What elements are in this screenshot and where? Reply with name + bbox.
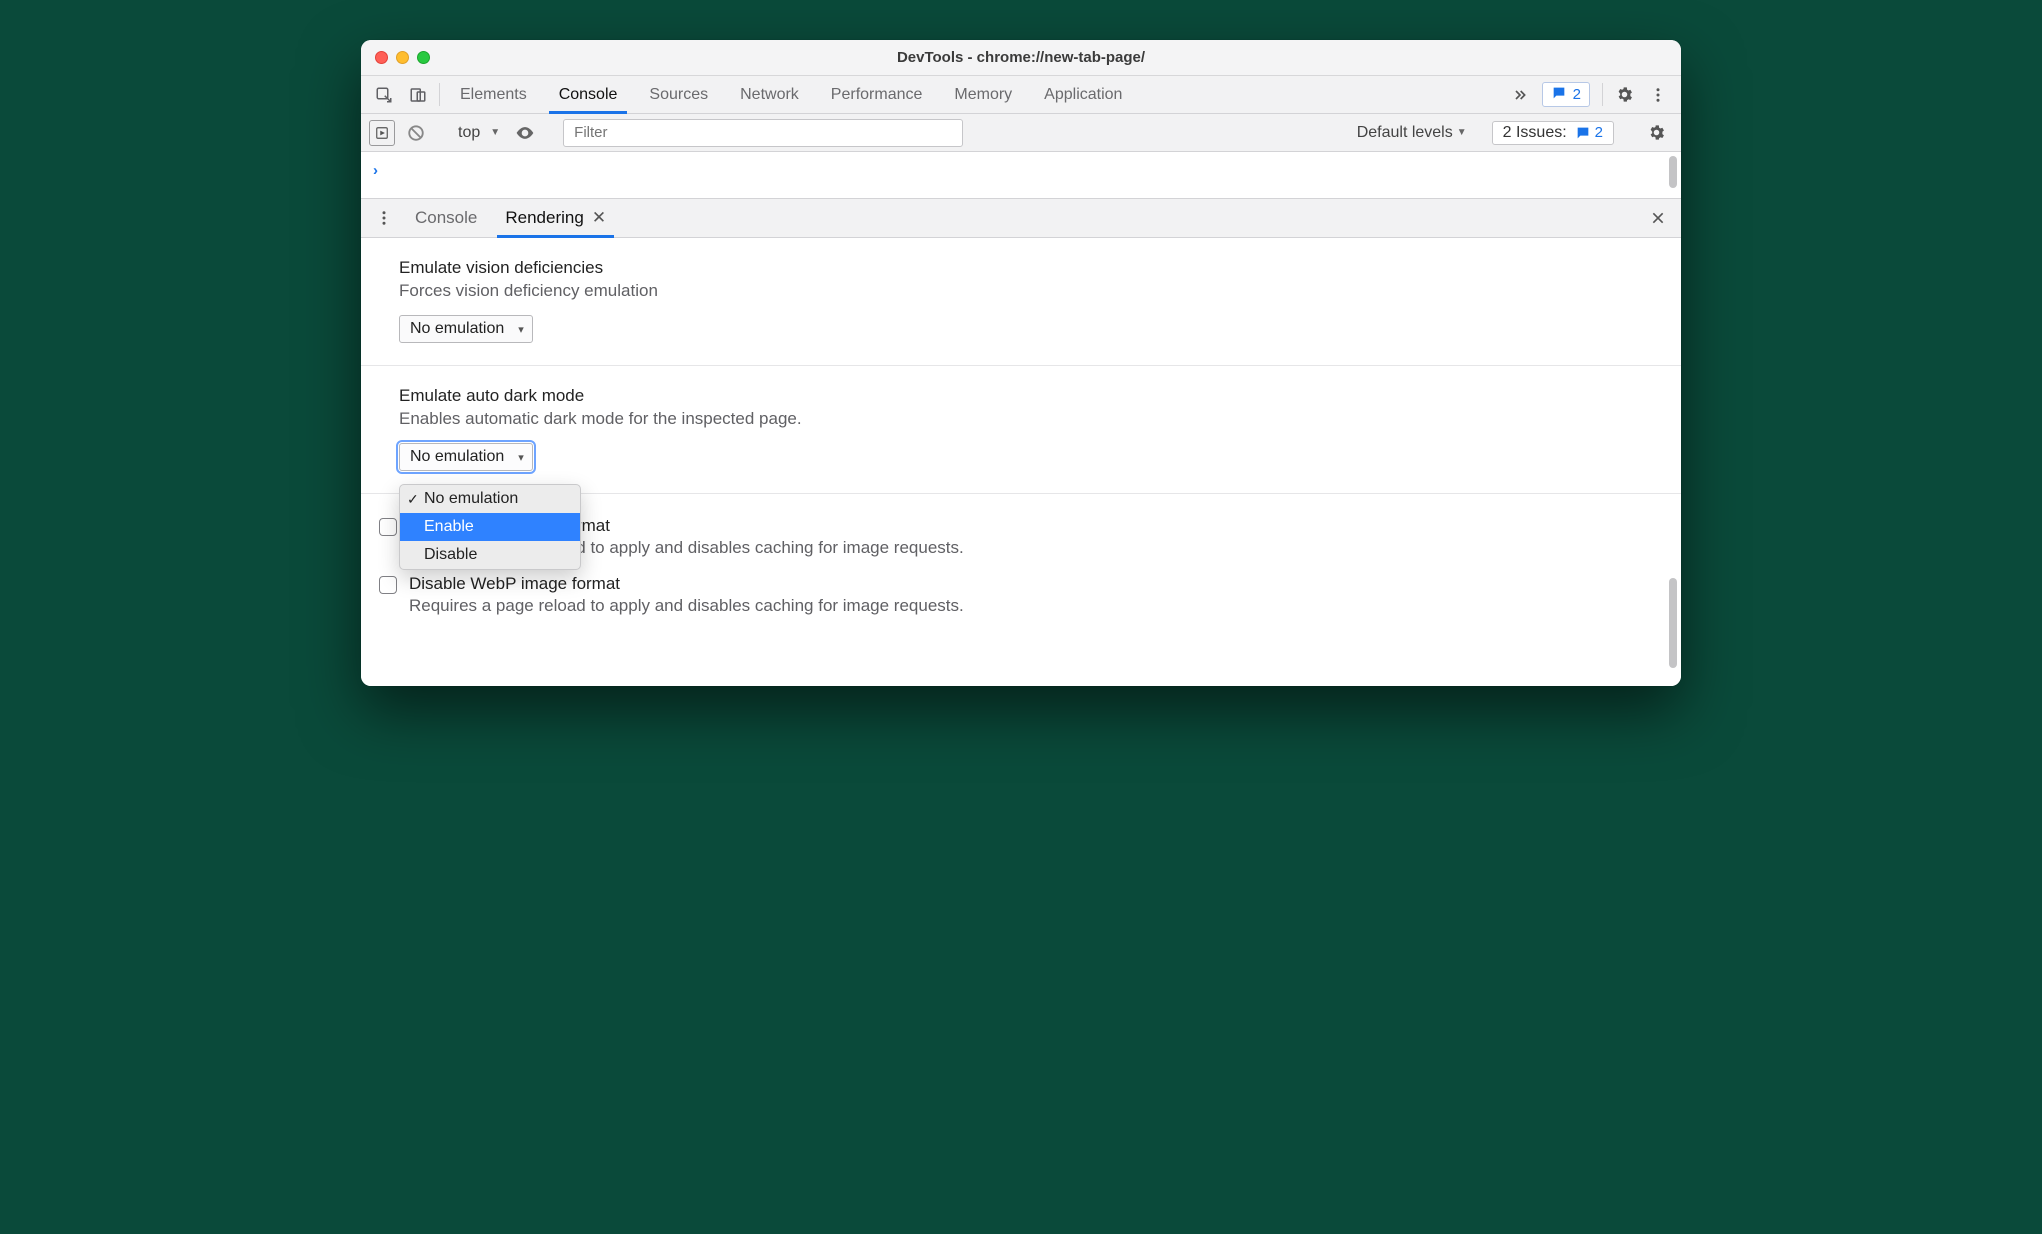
section-title: Emulate auto dark mode — [399, 386, 1643, 406]
scrollbar-thumb[interactable] — [1669, 156, 1677, 188]
context-selector[interactable]: top — [454, 124, 504, 142]
clear-console-button[interactable] — [403, 120, 429, 146]
option-enable[interactable]: Enable — [400, 513, 580, 541]
tab-network[interactable]: Network — [724, 76, 815, 113]
vision-deficiency-section: Emulate vision deficiencies Forces visio… — [361, 238, 1681, 366]
more-tabs-button[interactable] — [1502, 76, 1538, 113]
section-description: Forces vision deficiency emulation — [399, 281, 1643, 301]
section-description: Enables automatic dark mode for the insp… — [399, 409, 1643, 429]
main-tabstrip: Elements Console Sources Network Perform… — [361, 76, 1681, 114]
disable-avif-checkbox[interactable] — [379, 518, 397, 536]
console-prompt-icon: › — [373, 162, 378, 179]
issues-count-pill: 2 — [1575, 124, 1603, 141]
console-toolbar: top Default levels 2 Issues: 2 — [361, 114, 1681, 152]
auto-dark-mode-select[interactable]: No emulation — [399, 443, 533, 471]
section-title: Emulate vision deficiencies — [399, 258, 1643, 278]
close-drawer-button[interactable] — [1641, 199, 1675, 237]
tab-elements[interactable]: Elements — [444, 76, 543, 113]
live-expression-button[interactable] — [512, 123, 538, 143]
tab-console[interactable]: Console — [543, 76, 634, 113]
main-tabs: Elements Console Sources Network Perform… — [444, 76, 1502, 113]
checkbox-title: Disable WebP image format — [409, 574, 964, 594]
drawer-tab-rendering[interactable]: Rendering ✕ — [491, 199, 620, 237]
more-options-button[interactable] — [1641, 76, 1675, 113]
tab-performance[interactable]: Performance — [815, 76, 939, 113]
messages-count: 2 — [1573, 86, 1581, 103]
devtools-window: DevTools - chrome://new-tab-page/ Elemen… — [361, 40, 1681, 686]
drawer-tab-rendering-label: Rendering — [505, 208, 583, 228]
inspect-element-button[interactable] — [367, 76, 401, 113]
close-tab-icon[interactable]: ✕ — [592, 208, 606, 228]
checkbox-description: Requires a page reload to apply and disa… — [409, 596, 964, 616]
drawer-more-button[interactable] — [367, 199, 401, 237]
rendering-panel: Emulate vision deficiencies Forces visio… — [361, 238, 1681, 686]
option-no-emulation[interactable]: No emulation — [400, 485, 580, 513]
tab-application[interactable]: Application — [1028, 76, 1138, 113]
toggle-sidebar-button[interactable] — [369, 120, 395, 146]
option-disable[interactable]: Disable — [400, 541, 580, 569]
issues-button[interactable]: 2 Issues: 2 — [1492, 121, 1614, 145]
messages-pill[interactable]: 2 — [1542, 82, 1590, 107]
separator — [439, 83, 440, 106]
auto-dark-mode-section: Emulate auto dark mode Enables automatic… — [361, 366, 1681, 494]
console-filter-input[interactable] — [563, 119, 963, 147]
disable-webp-row: Disable WebP image format Requires a pag… — [379, 566, 1663, 624]
disable-webp-checkbox[interactable] — [379, 576, 397, 594]
drawer-tabs: Console Rendering ✕ — [401, 199, 1021, 237]
tab-memory[interactable]: Memory — [938, 76, 1028, 113]
drawer-tab-console[interactable]: Console — [401, 199, 491, 237]
device-toolbar-button[interactable] — [401, 76, 435, 113]
vision-deficiency-select[interactable]: No emulation — [399, 315, 533, 343]
scrollbar-thumb[interactable] — [1669, 578, 1677, 668]
chat-icon — [1551, 85, 1567, 105]
tab-sources[interactable]: Sources — [633, 76, 724, 113]
auto-dark-mode-dropdown: No emulation Enable Disable — [399, 484, 581, 570]
drawer-tabstrip: Console Rendering ✕ — [361, 198, 1681, 238]
issues-label: 2 Issues: — [1503, 124, 1567, 142]
settings-button[interactable] — [1607, 76, 1641, 113]
console-settings-button[interactable] — [1639, 123, 1673, 142]
window-title: DevTools - chrome://new-tab-page/ — [361, 49, 1681, 66]
issues-count: 2 — [1595, 124, 1603, 141]
titlebar: DevTools - chrome://new-tab-page/ — [361, 40, 1681, 76]
separator — [1602, 83, 1603, 106]
log-levels-selector[interactable]: Default levels — [1357, 124, 1467, 142]
console-body[interactable]: › — [361, 152, 1681, 198]
